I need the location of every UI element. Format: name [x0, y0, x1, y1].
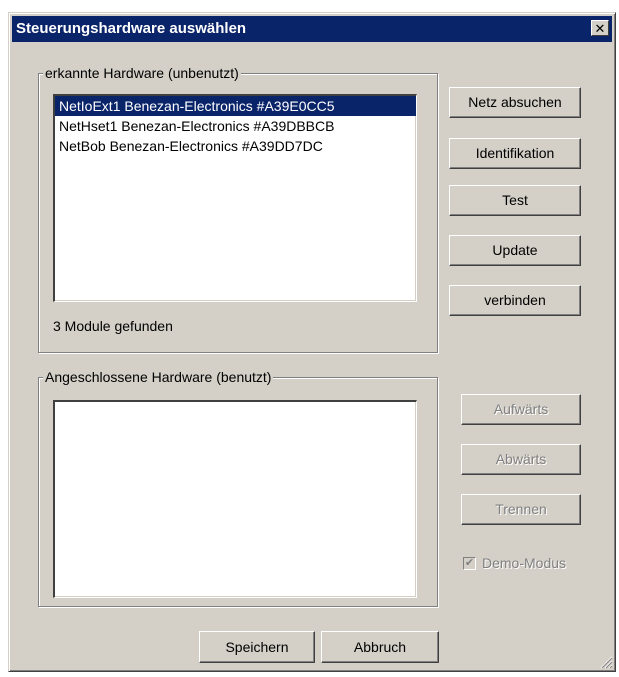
move-up-button[interactable]: Aufwärts: [461, 394, 581, 425]
close-icon: ✕: [594, 21, 606, 36]
move-down-button[interactable]: Abwärts: [461, 444, 581, 475]
identify-label: Identifikation: [475, 145, 555, 161]
close-button[interactable]: ✕: [591, 20, 609, 36]
move-down-label: Abwärts: [495, 451, 547, 467]
list-item[interactable]: NetHset1 Benezan-Electronics #A39DBBCB: [55, 116, 416, 136]
move-up-label: Aufwärts: [493, 401, 549, 417]
detected-hardware-list[interactable]: NetIoExt1 Benezan-Electronics #A39E0CC5 …: [53, 94, 417, 302]
connect-button[interactable]: verbinden: [449, 285, 581, 316]
demo-mode-label: Demo-Modus: [482, 555, 567, 571]
identify-button[interactable]: Identifikation: [449, 138, 581, 169]
test-button[interactable]: Test: [449, 185, 581, 216]
connect-label: verbinden: [484, 292, 546, 308]
hardware-select-dialog: Steuerungshardware auswählen ✕ erkannte …: [8, 12, 616, 672]
connected-hardware-list[interactable]: [53, 400, 417, 598]
cancel-button[interactable]: Abbruch: [321, 631, 439, 663]
disconnect-label: Trennen: [495, 501, 547, 517]
save-label: Speichern: [225, 639, 289, 655]
window-title: Steuerungshardware auswählen: [16, 20, 247, 37]
cancel-label: Abbruch: [353, 639, 407, 655]
test-label: Test: [502, 192, 528, 208]
detected-hardware-group: erkannte Hardware (unbenutzt) NetIoExt1 …: [38, 65, 438, 353]
checkmark-icon: ✔: [463, 556, 476, 570]
detected-hardware-legend: erkannte Hardware (unbenutzt): [43, 65, 241, 81]
demo-mode-checkbox[interactable]: ✔ Demo-Modus: [463, 555, 566, 571]
disconnect-button[interactable]: Trennen: [461, 494, 581, 525]
connected-hardware-legend: Angeschlossene Hardware (benutzt): [43, 369, 274, 385]
resize-grip-icon[interactable]: [599, 655, 613, 669]
update-button[interactable]: Update: [449, 235, 581, 266]
modules-found-status: 3 Module gefunden: [53, 318, 173, 334]
save-button[interactable]: Speichern: [199, 631, 315, 663]
list-item[interactable]: NetBob Benezan-Electronics #A39DD7DC: [55, 136, 416, 156]
connected-hardware-group: Angeschlossene Hardware (benutzt): [38, 369, 438, 607]
list-item[interactable]: NetIoExt1 Benezan-Electronics #A39E0CC5: [55, 96, 416, 116]
title-bar[interactable]: Steuerungshardware auswählen ✕: [12, 16, 612, 42]
scan-network-button[interactable]: Netz absuchen: [449, 87, 581, 118]
update-label: Update: [492, 242, 538, 258]
scan-network-label: Netz absuchen: [468, 94, 562, 110]
